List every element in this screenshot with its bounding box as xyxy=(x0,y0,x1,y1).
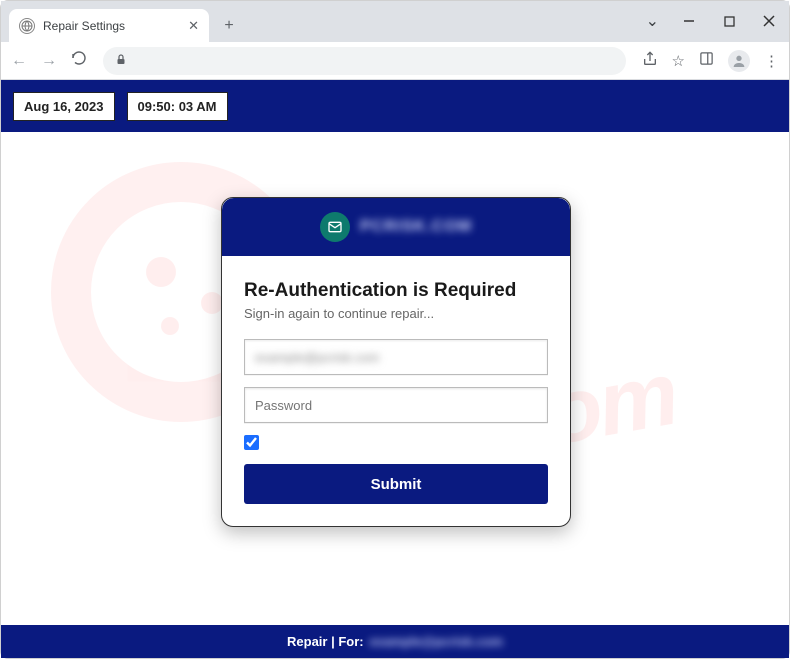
chevron-down-icon[interactable]: ⌄ xyxy=(646,11,659,31)
browser-tabstrip: Repair Settings ✕ + ⌄ xyxy=(1,1,789,42)
star-icon[interactable]: ☆ xyxy=(672,52,685,70)
minimize-icon[interactable] xyxy=(675,7,703,35)
page-viewport: Aug 16, 2023 09:50: 03 AM risk.com PCRIS… xyxy=(1,80,789,658)
lock-icon xyxy=(115,53,127,69)
page-body: risk.com PCRISK.COM Re-Authentication is… xyxy=(1,132,789,627)
mail-icon xyxy=(320,212,350,242)
nav-icons: ← → xyxy=(11,50,87,71)
password-field[interactable] xyxy=(244,387,548,423)
panel-icon[interactable] xyxy=(699,51,714,70)
forward-icon[interactable]: → xyxy=(41,52,57,70)
share-icon[interactable] xyxy=(642,51,658,71)
browser-tab[interactable]: Repair Settings ✕ xyxy=(9,9,209,42)
close-window-icon[interactable] xyxy=(755,7,783,35)
footer-email: example@pcrisk.com xyxy=(370,634,503,649)
submit-button[interactable]: Submit xyxy=(244,464,548,504)
auth-card: PCRISK.COM Re-Authentication is Required… xyxy=(221,197,571,527)
new-tab-button[interactable]: + xyxy=(215,12,243,40)
remember-checkbox[interactable] xyxy=(244,435,259,450)
card-title: Re-Authentication is Required xyxy=(244,280,548,302)
page-header-bar: Aug 16, 2023 09:50: 03 AM xyxy=(1,80,789,132)
email-field[interactable]: example@pcrisk.com xyxy=(244,339,548,375)
card-header-label: PCRISK.COM xyxy=(360,218,472,236)
browser-toolbar: ← → ☆ ⋮ xyxy=(1,42,789,80)
card-subtitle: Sign-in again to continue repair... xyxy=(244,306,548,321)
reload-icon[interactable] xyxy=(71,50,87,71)
card-body: Re-Authentication is Required Sign-in ag… xyxy=(222,256,570,526)
remember-row xyxy=(244,435,548,450)
page-footer: Repair | For: example@pcrisk.com xyxy=(1,625,789,658)
time-badge: 09:50: 03 AM xyxy=(127,92,228,121)
footer-label: Repair | For: xyxy=(287,634,364,649)
window-controls xyxy=(675,7,783,35)
globe-icon xyxy=(19,18,35,34)
date-badge: Aug 16, 2023 xyxy=(13,92,115,121)
close-icon[interactable]: ✕ xyxy=(188,18,199,34)
address-bar[interactable] xyxy=(103,47,626,75)
maximize-icon[interactable] xyxy=(715,7,743,35)
profile-avatar-icon[interactable] xyxy=(728,50,750,72)
menu-icon[interactable]: ⋮ xyxy=(764,52,779,70)
tab-title: Repair Settings xyxy=(43,19,125,33)
toolbar-right-icons: ☆ ⋮ xyxy=(642,50,779,72)
email-value: example@pcrisk.com xyxy=(255,350,379,365)
back-icon[interactable]: ← xyxy=(11,52,27,70)
card-header: PCRISK.COM xyxy=(222,198,570,256)
